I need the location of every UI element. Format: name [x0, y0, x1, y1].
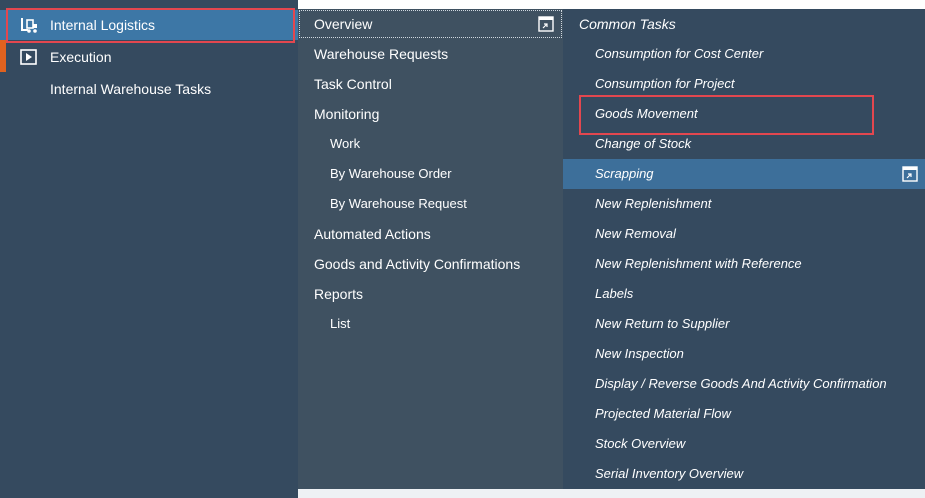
task-item[interactable]: New Replenishment with Reference: [595, 249, 802, 279]
open-in-new-window-icon[interactable]: [538, 16, 554, 32]
open-in-new-window-icon[interactable]: [902, 166, 918, 182]
task-item[interactable]: Serial Inventory Overview: [595, 459, 743, 489]
menu-item-task-control[interactable]: Task Control: [314, 69, 392, 99]
task-item[interactable]: Stock Overview: [595, 429, 685, 459]
menu-item-goods-activity-confirmations[interactable]: Goods and Activity Confirmations: [314, 249, 520, 279]
menu-item-warehouse-requests[interactable]: Warehouse Requests: [314, 39, 448, 69]
task-item[interactable]: Consumption for Cost Center: [595, 39, 763, 69]
task-item[interactable]: Labels: [595, 279, 633, 309]
menu-item-by-warehouse-order[interactable]: By Warehouse Order: [330, 159, 452, 189]
nav-item-internal-logistics[interactable]: Internal Logistics: [0, 10, 298, 40]
task-item[interactable]: New Return to Supplier: [595, 309, 729, 339]
menu-item-overview-label: Overview: [314, 16, 373, 32]
menu-item-work[interactable]: Work: [330, 129, 360, 159]
nav-item-internal-warehouse-tasks[interactable]: Internal Warehouse Tasks: [0, 74, 298, 104]
menu-item-list[interactable]: List: [330, 309, 350, 339]
task-item[interactable]: New Replenishment: [595, 189, 711, 219]
task-item[interactable]: New Inspection: [595, 339, 684, 369]
tasks-heading: Common Tasks: [579, 16, 676, 32]
nav-item-label: Execution: [50, 49, 112, 65]
menu-item-automated-actions[interactable]: Automated Actions: [314, 219, 431, 249]
menu-item-monitoring[interactable]: Monitoring: [314, 99, 379, 129]
nav-item-label: Internal Warehouse Tasks: [50, 81, 212, 97]
task-item-scrapping[interactable]: Scrapping: [595, 159, 654, 189]
task-item[interactable]: Projected Material Flow: [595, 399, 731, 429]
top-strip: [298, 0, 925, 9]
nav-item-execution[interactable]: Execution: [0, 42, 298, 72]
forklift-icon: [21, 18, 37, 33]
task-item[interactable]: New Removal: [595, 219, 676, 249]
task-item[interactable]: Change of Stock: [595, 129, 691, 159]
play-icon: [20, 49, 37, 65]
primary-nav: Internal Logistics Execution Internal Wa…: [0, 0, 298, 498]
task-item-goods-movement[interactable]: Goods Movement: [595, 99, 698, 129]
nav-item-label: Internal Logistics: [50, 17, 156, 33]
task-item[interactable]: Consumption for Project: [595, 69, 734, 99]
menu-item-by-warehouse-request[interactable]: By Warehouse Request: [330, 189, 467, 219]
menu-item-reports[interactable]: Reports: [314, 279, 363, 309]
task-item[interactable]: Display / Reverse Goods And Activity Con…: [595, 369, 887, 399]
